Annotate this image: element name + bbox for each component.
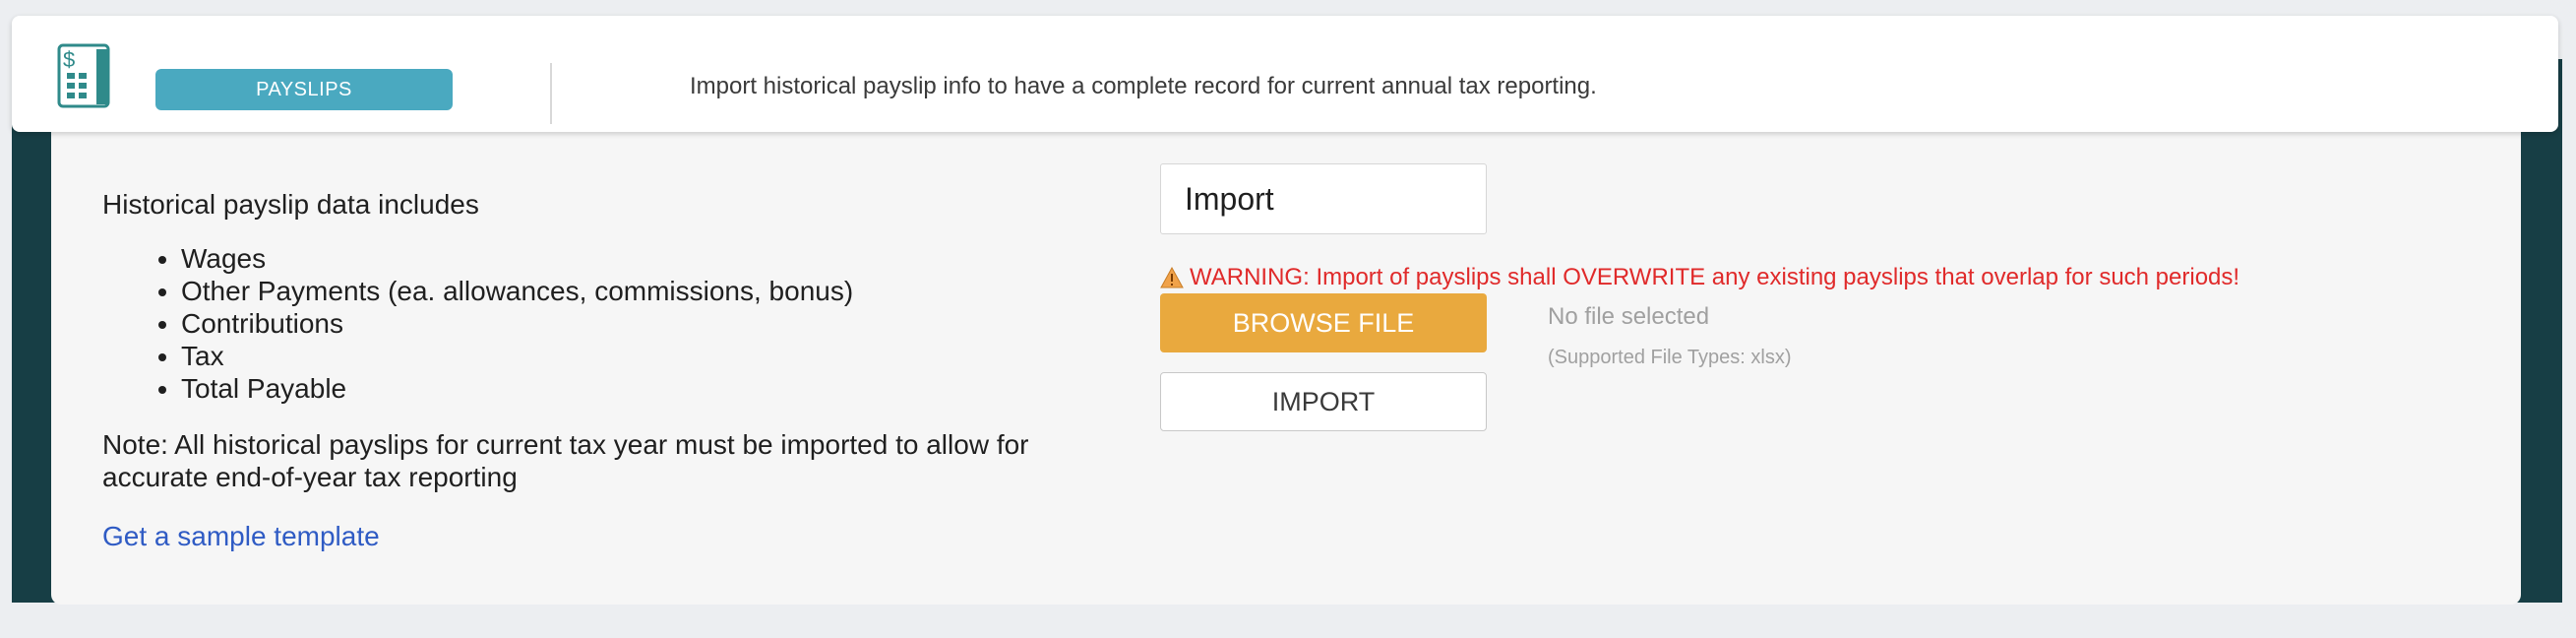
sample-template-link[interactable]: Get a sample template: [102, 521, 380, 552]
list-item: Contributions: [181, 307, 1116, 340]
list-item: Total Payable: [181, 372, 1116, 405]
supported-file-types: (Supported File Types: xlsx): [1548, 347, 1792, 368]
warning-text: WARNING: Import of payslips shall OVERWR…: [1190, 264, 2240, 290]
warning-triangle-icon: [1160, 267, 1184, 288]
payslips-badge: PAYSLIPS: [155, 69, 453, 110]
bottom-strip: [0, 618, 2576, 638]
tax-year-note: Note: All historical payslips for curren…: [102, 429, 1029, 492]
header-description: Import historical payslip info to have a…: [690, 73, 1597, 99]
section-heading: Historical payslip data includes: [102, 189, 479, 220]
import-panel: Historical payslip data includes Wages O…: [51, 118, 2521, 605]
file-status: No file selected: [1548, 303, 1710, 330]
list-item: Wages: [181, 242, 1116, 275]
list-item: Tax: [181, 340, 1116, 372]
header-card: $ PAYSLIPS Import historical payslip inf…: [12, 16, 2558, 132]
payslip-calculator-icon: $: [57, 43, 110, 108]
import-button[interactable]: IMPORT: [1160, 372, 1487, 431]
list-item: Other Payments (ea. allowances, commissi…: [181, 275, 1116, 307]
header-divider: [550, 63, 552, 124]
payslip-info-section: Historical payslip data includes Wages O…: [102, 189, 1116, 552]
import-input[interactable]: [1160, 163, 1487, 234]
browse-file-button[interactable]: BROWSE FILE: [1160, 293, 1487, 352]
data-items-list: Wages Other Payments (ea. allowances, co…: [102, 242, 1116, 405]
overwrite-warning: WARNING: Import of payslips shall OVERWR…: [1160, 264, 2239, 291]
svg-text:$: $: [63, 47, 75, 72]
